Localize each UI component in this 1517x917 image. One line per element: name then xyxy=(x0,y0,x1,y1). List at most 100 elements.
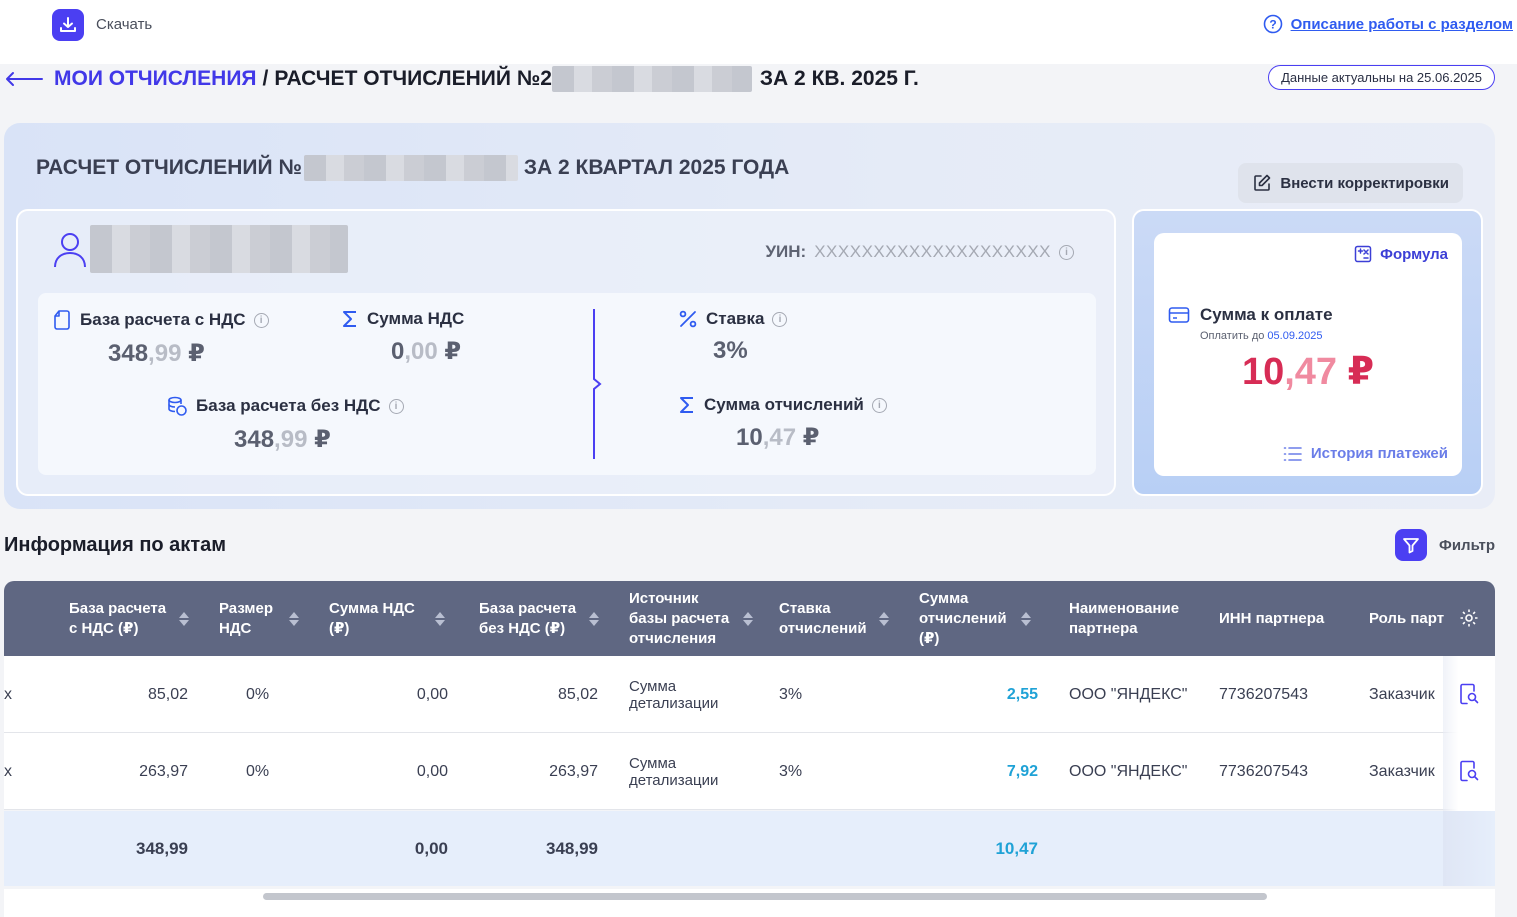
search-doc-icon[interactable] xyxy=(1459,760,1479,782)
formula-link[interactable]: Формула xyxy=(1354,245,1448,263)
metrics-box: База расчета с НДС i 348,99 ₽ Сумма НДС … xyxy=(38,293,1096,475)
base-no-vat-int: 348 xyxy=(234,426,275,453)
payment-amount-frac: ,47 xyxy=(1284,351,1338,393)
column-title: Роль партн xyxy=(1369,609,1445,627)
sum-icon xyxy=(680,397,693,413)
cell-deduction[interactable]: 2,55 xyxy=(914,656,1038,733)
panel-title-suffix: ЗА 2 КВАРТАЛ 2025 ГОДА xyxy=(523,156,790,179)
rate-label: Ставка xyxy=(706,309,765,328)
filter-button[interactable] xyxy=(1395,529,1428,561)
deduction-sum-int: 10 xyxy=(736,424,763,451)
sort-icon[interactable] xyxy=(1021,611,1031,626)
column-title: Ставка отчислений xyxy=(779,599,867,637)
currency-sign: ₽ xyxy=(307,426,331,453)
column-header[interactable]: Роль партн xyxy=(1369,581,1445,656)
corrections-button[interactable]: Внести корректировки xyxy=(1238,163,1463,203)
column-header[interactable]: ИНН партнера xyxy=(1219,581,1349,656)
metric-base-vat: База расчета с НДС i 348,99 ₽ xyxy=(52,309,269,368)
metric-rate: Ставка i 3% xyxy=(678,309,788,365)
payment-inner: Формула Сумма к оплате Оплатить до 05.09… xyxy=(1154,233,1462,476)
breadcrumb: МОИ ОТЧИСЛЕНИЯ / РАСЧЕТ ОТЧИСЛЕНИЙ №2 ЗА… xyxy=(4,64,919,94)
base-vat-label: База расчета с НДС xyxy=(80,310,246,329)
filter-control[interactable]: Фильтр xyxy=(1395,529,1495,561)
column-header[interactable]: Сумма НДС (₽) xyxy=(329,581,449,656)
info-icon[interactable]: i xyxy=(772,311,788,327)
column-title: Источник базы расчета отчисления xyxy=(629,589,730,647)
column-header[interactable]: Размер НДС xyxy=(219,581,309,656)
breadcrumb-parent-link[interactable]: МОИ ОТЧИСЛЕНИЯ xyxy=(54,67,257,91)
search-doc-icon[interactable] xyxy=(1459,683,1479,705)
download-label[interactable]: Скачать xyxy=(96,16,152,33)
base-no-vat-label: База расчета без НДС xyxy=(196,396,381,415)
cell-partner: ООО "ЯНДЕКС" xyxy=(1069,685,1188,703)
cell-lead: х xyxy=(4,762,12,780)
sort-icon[interactable] xyxy=(589,611,599,626)
cell-deduction[interactable]: 7,92 xyxy=(914,733,1038,810)
info-icon[interactable]: i xyxy=(388,398,404,414)
sort-icon[interactable] xyxy=(879,611,889,626)
actions-totals-fade xyxy=(1443,811,1495,886)
cell-base-no-vat: 85,02 xyxy=(557,685,598,703)
table-row[interactable]: х 85,02 0% 0,00 85,02 Сумма детализации … xyxy=(4,656,1495,733)
column-title: База расчета с НДС (₽) xyxy=(69,599,167,637)
cell-rate: 3% xyxy=(779,685,803,703)
total-vat-sum: 0,00 xyxy=(414,838,448,858)
redacted-number xyxy=(303,155,518,181)
column-title: ИНН партнера xyxy=(1219,609,1325,627)
cell-base-vat: 263,97 xyxy=(139,762,188,780)
column-header[interactable]: Сумма отчислений (₽) xyxy=(919,581,1044,656)
sort-icon[interactable] xyxy=(435,611,445,626)
total-deduction: 10,47 xyxy=(995,838,1038,858)
cell-vat-rate: 0% xyxy=(246,762,270,780)
uin-label: УИН: xyxy=(765,242,807,261)
wallet-icon xyxy=(54,310,70,330)
redacted-payer-name xyxy=(90,225,348,273)
payment-due: Оплатить до 05.09.2025 xyxy=(1200,330,1322,342)
column-title: Наименование партнера xyxy=(1069,599,1180,637)
info-icon[interactable]: i xyxy=(871,397,887,413)
gear-icon[interactable] xyxy=(1459,608,1479,628)
vat-sum-int: 0 xyxy=(391,338,405,365)
base-vat-int: 348 xyxy=(108,340,149,367)
currency-sign: ₽ xyxy=(181,340,205,367)
cell-source: Сумма детализации xyxy=(629,754,719,789)
column-header[interactable]: Ставка отчислений xyxy=(779,581,894,656)
vat-sum-frac: ,00 xyxy=(404,338,438,365)
filter-label: Фильтр xyxy=(1439,536,1495,554)
currency-sign: ₽ xyxy=(437,338,462,365)
download-button[interactable] xyxy=(52,9,84,41)
payment-amount-int: 10 xyxy=(1241,351,1285,393)
column-header[interactable]: Наименование партнера xyxy=(1069,581,1199,656)
help-icon[interactable]: ? xyxy=(1263,14,1283,34)
back-arrow-icon[interactable] xyxy=(4,71,44,87)
sort-icon[interactable] xyxy=(289,611,299,626)
payment-label-row: Сумма к оплате xyxy=(1168,305,1333,325)
acts-table: База расчета с НДС (₽) Размер НДС Сумма … xyxy=(4,581,1495,886)
column-header[interactable]: База расчета с НДС (₽) xyxy=(69,581,199,656)
horizontal-scrollbar[interactable] xyxy=(263,893,1267,900)
column-header[interactable]: Источник базы расчета отчисления xyxy=(629,581,757,656)
edit-icon xyxy=(1254,174,1271,191)
formula-label: Формула xyxy=(1380,245,1448,263)
info-icon[interactable]: i xyxy=(1059,244,1074,260)
sort-icon[interactable] xyxy=(179,611,189,626)
sort-icon[interactable] xyxy=(743,611,753,626)
payment-due-date: 05.09.2025 xyxy=(1267,330,1323,342)
formula-icon xyxy=(1354,245,1372,263)
help-link[interactable]: Описание работы с разделом xyxy=(1291,16,1513,33)
uin-row: УИН: XXXXXXXXXXXXXXXXXXXX i xyxy=(765,242,1074,262)
column-title: База расчета без НДС (₽) xyxy=(479,599,577,637)
column-header[interactable]: База расчета без НДС (₽) xyxy=(479,581,604,656)
payment-due-prefix: Оплатить до xyxy=(1200,330,1268,342)
top-bar: Скачать ? Описание работы с разделом xyxy=(0,0,1517,64)
info-icon[interactable]: i xyxy=(253,312,269,328)
uin-value: XXXXXXXXXXXXXXXXXXXX xyxy=(814,242,1051,261)
acts-section-title: Информация по актам xyxy=(4,534,227,556)
table-row[interactable]: х 263,97 0% 0,00 263,97 Сумма детализаци… xyxy=(4,733,1495,810)
payment-history-label: История платежей xyxy=(1310,445,1448,462)
payment-history-link[interactable]: История платежей xyxy=(1283,445,1448,462)
base-vat-value: 348,99 ₽ xyxy=(108,339,269,368)
calculation-card: УИН: XXXXXXXXXXXXXXXXXXXX i База расчета… xyxy=(16,209,1116,496)
svg-text:?: ? xyxy=(1269,18,1276,32)
payment-card: Формула Сумма к оплате Оплатить до 05.09… xyxy=(1132,209,1483,496)
